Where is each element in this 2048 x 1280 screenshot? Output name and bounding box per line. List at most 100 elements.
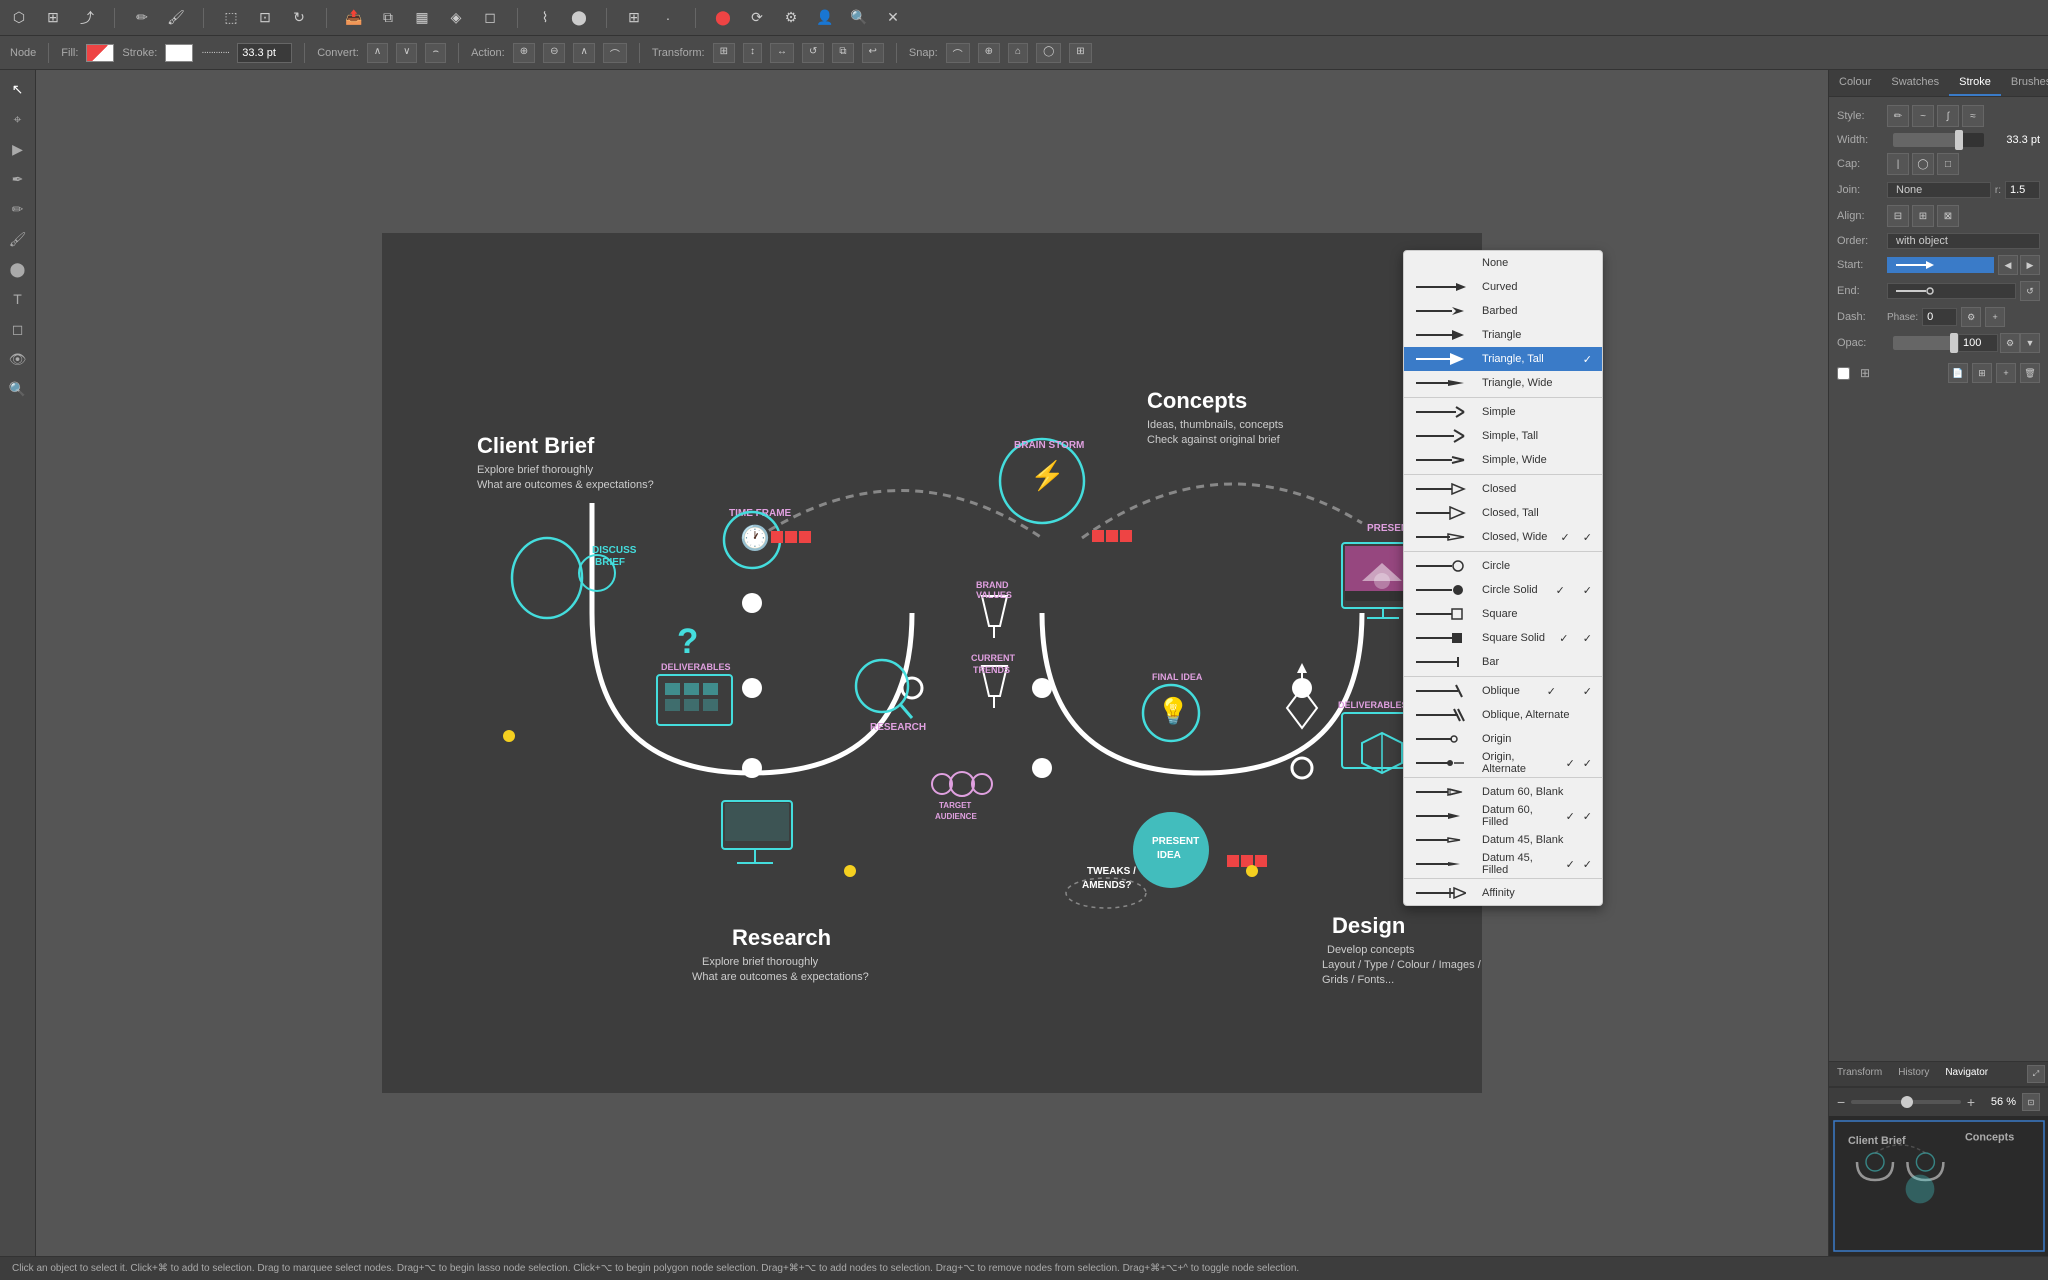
dropdown-item-datum45-filled[interactable]: Datum 45, Filled ✓ bbox=[1404, 852, 1602, 876]
shapes-icon[interactable]: ◻ bbox=[479, 7, 501, 29]
dropdown-item-square-solid[interactable]: Square Solid ✓ bbox=[1404, 626, 1602, 650]
dot-icon[interactable]: · bbox=[657, 7, 679, 29]
zoom-slider[interactable] bbox=[1851, 1100, 1961, 1104]
phase-value[interactable] bbox=[1922, 308, 1957, 326]
dropdown-item-simple[interactable]: Simple bbox=[1404, 400, 1602, 424]
dropdown-item-curved[interactable]: Curved bbox=[1404, 275, 1602, 299]
layers-stack-icon[interactable]: ⧉ bbox=[377, 7, 399, 29]
dropdown-item-triangle-tall[interactable]: Triangle, Tall ✓ bbox=[1404, 347, 1602, 371]
dropdown-item-closed-wide[interactable]: Closed, Wide ✓ bbox=[1404, 525, 1602, 549]
style-wavy-icon[interactable]: ≈ bbox=[1962, 105, 1984, 127]
grid2-icon[interactable]: ⊞ bbox=[623, 7, 645, 29]
transform-btn5[interactable]: ⧉ bbox=[832, 43, 853, 63]
dropdown-item-closed-tall[interactable]: Closed, Tall bbox=[1404, 501, 1602, 525]
stroke-style-dropdown[interactable]: None Curved Barbed Triangl bbox=[1403, 250, 1603, 906]
history-icon[interactable]: ⟳ bbox=[746, 7, 768, 29]
snap-btn1[interactable]: ⌒ bbox=[946, 43, 970, 63]
opacity-value[interactable] bbox=[1958, 334, 1998, 352]
pencil-tool[interactable]: ✏ bbox=[5, 196, 31, 222]
dropdown-item-origin[interactable]: Origin bbox=[1404, 727, 1602, 751]
align-center-icon[interactable]: ⊟ bbox=[1887, 205, 1909, 227]
tab-stroke[interactable]: Stroke bbox=[1949, 70, 2001, 96]
fill-icon[interactable]: ⬤ bbox=[568, 7, 590, 29]
action-btn4[interactable]: ⌒ bbox=[603, 43, 627, 63]
dropdown-item-affinity[interactable]: Affinity bbox=[1404, 881, 1602, 905]
cap-butt-icon[interactable]: | bbox=[1887, 153, 1909, 175]
tab-transform[interactable]: Transform bbox=[1829, 1062, 1890, 1086]
convert-btn3[interactable]: ⌢ bbox=[425, 43, 446, 63]
close-icon[interactable]: ✕ bbox=[882, 7, 904, 29]
brush2-icon[interactable]: ⌇ bbox=[534, 7, 556, 29]
dropdown-item-oblique[interactable]: Oblique ✓ bbox=[1404, 679, 1602, 703]
zoom-minus-btn[interactable]: − bbox=[1837, 1094, 1845, 1110]
dropdown-item-simple-wide[interactable]: Simple, Wide bbox=[1404, 448, 1602, 472]
action-btn2[interactable]: ⊖ bbox=[543, 43, 565, 63]
search-icon[interactable]: 🔍 bbox=[848, 7, 870, 29]
convert-btn1[interactable]: ∧ bbox=[367, 43, 388, 63]
style-pressure-icon[interactable]: ~ bbox=[1912, 105, 1934, 127]
action-btn1[interactable]: ⊕ bbox=[513, 43, 535, 63]
brush-icon[interactable]: 🖌 bbox=[165, 7, 187, 29]
select-icon[interactable]: ⬚ bbox=[220, 7, 242, 29]
transform-btn2[interactable]: ↕ bbox=[743, 43, 762, 63]
tab-colour[interactable]: Colour bbox=[1829, 70, 1881, 96]
snap-btn3[interactable]: ⌂ bbox=[1008, 43, 1028, 63]
dropdown-item-simple-tall[interactable]: Simple, Tall bbox=[1404, 424, 1602, 448]
miter-value[interactable] bbox=[2005, 181, 2040, 199]
vector-icon[interactable]: ◈ bbox=[445, 7, 467, 29]
transform-icon[interactable]: ⊡ bbox=[254, 7, 276, 29]
export-icon[interactable]: 📤 bbox=[343, 7, 365, 29]
opacity-settings-icon[interactable]: ⚙ bbox=[2000, 333, 2020, 353]
transform-btn6[interactable]: ↩ bbox=[862, 43, 884, 63]
zoom-tool[interactable]: 🔍 bbox=[5, 376, 31, 402]
width-slider[interactable] bbox=[1893, 133, 1984, 147]
doc-icon[interactable]: 📄 bbox=[1948, 363, 1968, 383]
snap-btn2[interactable]: ⊕ bbox=[978, 43, 1000, 63]
style-plain-icon[interactable]: ✏ bbox=[1887, 105, 1909, 127]
expand-icon[interactable]: ⤢ bbox=[2027, 1065, 2045, 1083]
order-value[interactable]: with object bbox=[1887, 233, 2040, 249]
dropdown-item-origin-alternate[interactable]: Origin, Alternate ✓ bbox=[1404, 751, 1602, 775]
start-prev-btn[interactable]: ◀ bbox=[1998, 255, 2018, 275]
pixel-icon[interactable]: ▦ bbox=[411, 7, 433, 29]
brush-tool[interactable]: 🖌 bbox=[5, 226, 31, 252]
colour-icon[interactable]: ⬤ bbox=[712, 7, 734, 29]
view-tool[interactable]: 👁 bbox=[5, 346, 31, 372]
tab-swatches[interactable]: Swatches bbox=[1881, 70, 1949, 96]
align-outer-icon[interactable]: ⊠ bbox=[1937, 205, 1959, 227]
dropdown-item-circle-solid[interactable]: Circle Solid ✓ bbox=[1404, 578, 1602, 602]
dropdown-item-triangle-wide[interactable]: Triangle, Wide bbox=[1404, 371, 1602, 395]
dash-settings-icon[interactable]: ⚙ bbox=[1961, 307, 1981, 327]
dropdown-item-triangle[interactable]: Triangle bbox=[1404, 323, 1602, 347]
tab-navigator[interactable]: Navigator bbox=[1937, 1062, 1996, 1086]
user-icon[interactable]: 👤 bbox=[814, 7, 836, 29]
tab-history[interactable]: History bbox=[1890, 1062, 1937, 1086]
canvas-area[interactable]: Client Brief Explore brief thoroughly Wh… bbox=[36, 70, 1828, 1256]
align-inner-icon[interactable]: ⊞ bbox=[1912, 205, 1934, 227]
crop-tool[interactable]: ▶ bbox=[5, 136, 31, 162]
layer-checkbox[interactable] bbox=[1837, 367, 1850, 380]
dropdown-item-closed[interactable]: Closed bbox=[1404, 477, 1602, 501]
dropdown-item-barbed[interactable]: Barbed bbox=[1404, 299, 1602, 323]
share-icon[interactable]: ⤴ bbox=[76, 7, 98, 29]
opacity-slider[interactable] bbox=[1893, 336, 1952, 350]
cap-round-icon[interactable]: ◯ bbox=[1912, 153, 1934, 175]
dropdown-item-none[interactable]: None bbox=[1404, 251, 1602, 275]
select-tool[interactable]: ↖ bbox=[5, 76, 31, 102]
pen-icon[interactable]: ✏ bbox=[131, 7, 153, 29]
tab-brushes[interactable]: Brushes bbox=[2001, 70, 2048, 96]
cap-square-icon[interactable]: □ bbox=[1937, 153, 1959, 175]
zoom-fit-icon[interactable]: ⊡ bbox=[2022, 1093, 2040, 1111]
transform-btn3[interactable]: ↔ bbox=[770, 43, 794, 63]
transform-btn4[interactable]: ↺ bbox=[802, 43, 824, 63]
snap-btn4[interactable]: ◯ bbox=[1036, 43, 1061, 63]
navigator-preview[interactable]: Client Brief Concepts bbox=[1829, 1116, 2048, 1256]
prefs-icon[interactable]: ⚙ bbox=[780, 7, 802, 29]
convert-btn2[interactable]: ∨ bbox=[396, 43, 417, 63]
delete-icon[interactable]: 🗑 bbox=[2020, 363, 2040, 383]
shape-tool[interactable]: ◻ bbox=[5, 316, 31, 342]
dropdown-item-datum60-filled[interactable]: Datum 60, Filled ✓ bbox=[1404, 804, 1602, 828]
dropdown-item-datum45-blank[interactable]: Datum 45, Blank bbox=[1404, 828, 1602, 852]
style-calli-icon[interactable]: ∫ bbox=[1937, 105, 1959, 127]
grid-icon[interactable]: ⊞ bbox=[42, 7, 64, 29]
